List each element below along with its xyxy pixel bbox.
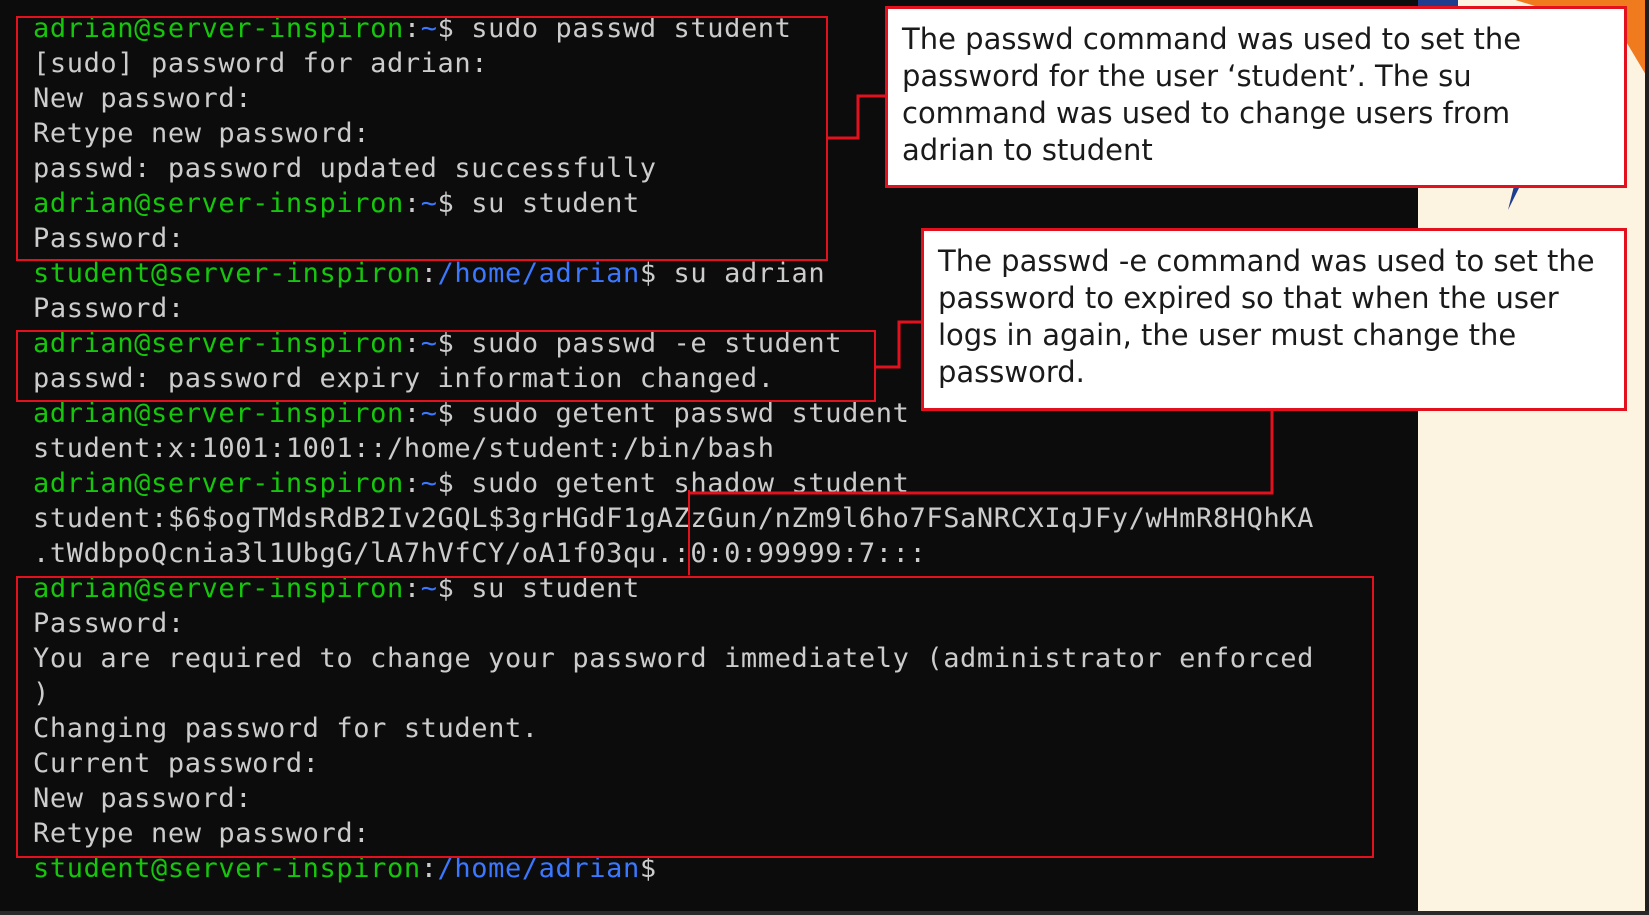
prompt-user: adrian@server-inspiron [33,468,404,499]
terminal-line: adrian@server-inspiron:~$ sudo getent sh… [33,468,910,499]
prompt-path: ~ [420,468,438,499]
prompt-user: student@server-inspiron [33,258,421,289]
window-border [0,911,1649,915]
prompt-command: sudo getent passwd student [454,398,910,429]
annotation-callout-passwd-expire: The passwd -e command was used to set th… [921,228,1627,411]
highlight-box-passwd-expire [16,330,876,402]
annotation-callout-passwd-su: The passwd command was used to set the p… [885,6,1627,188]
prompt-command: su adrian [656,258,826,289]
terminal-line: student:x:1001:1001::/home/student:/bin/… [33,433,775,464]
terminal-line: student:$6$ogTMdsRdB2Iv2GQL$3grHGdF1gAZz… [33,503,1315,534]
highlight-box-su-change [16,576,1374,858]
prompt-path: ~ [420,398,438,429]
prompt-user: adrian@server-inspiron [33,398,404,429]
terminal-line: .tWdbpoQcnia3l1UbgG/lA7hVfCY/oA1f03qu.:0… [33,538,927,569]
prompt-command: sudo getent shadow student [454,468,910,499]
highlight-box-passwd-su [16,16,828,261]
prompt-path: /home/adrian [437,258,640,289]
window-border [1645,0,1649,915]
highlight-box-shadow-hash [688,490,690,575]
